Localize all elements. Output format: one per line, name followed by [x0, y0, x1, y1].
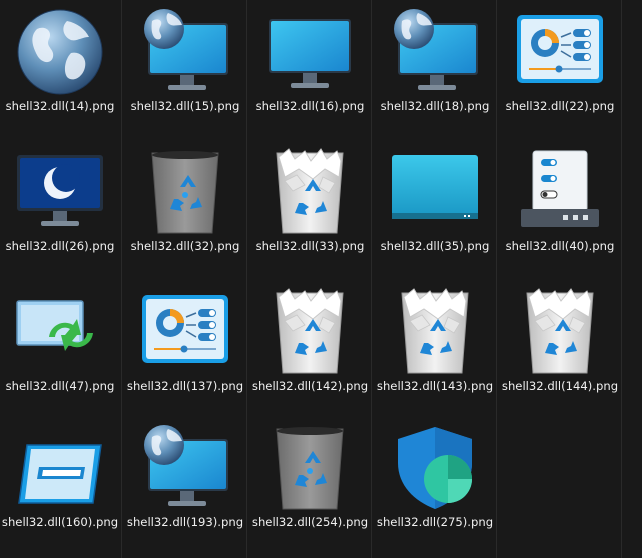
file-item[interactable]: shell32.dll(33).png [250, 140, 370, 276]
file-name-label: shell32.dll(18).png [380, 99, 490, 113]
file-name-label: shell32.dll(15).png [130, 99, 240, 113]
settings-toggles-icon [515, 147, 605, 237]
file-item[interactable]: shell32.dll(144).png [500, 280, 620, 416]
control-panel-icon [140, 287, 230, 377]
file-name-label: shell32.dll(16).png [255, 99, 365, 113]
recycle-bin-empty-icon [140, 147, 230, 237]
file-name-label: shell32.dll(143).png [376, 379, 494, 393]
recycle-bin-empty-icon [265, 423, 355, 513]
file-name-label: shell32.dll(26).png [5, 239, 115, 253]
file-name-label: shell32.dll(40).png [505, 239, 615, 253]
file-name-label: shell32.dll(160).png [1, 515, 119, 529]
recycle-bin-full-icon [515, 287, 605, 377]
monitor-globe-icon [140, 7, 230, 97]
file-item[interactable]: shell32.dll(35).png [375, 140, 495, 276]
file-name-label: shell32.dll(275).png [376, 515, 494, 529]
file-item[interactable]: shell32.dll(32).png [125, 140, 245, 276]
globe-icon [15, 7, 105, 97]
file-item[interactable]: shell32.dll(160).png [0, 416, 120, 552]
column-divider [246, 0, 247, 558]
column-divider [621, 0, 622, 558]
file-name-label: shell32.dll(22).png [505, 99, 615, 113]
desktop-screen-icon [390, 147, 480, 237]
file-item[interactable]: shell32.dll(18).png [375, 0, 495, 136]
file-name-label: shell32.dll(33).png [255, 239, 365, 253]
file-item[interactable]: shell32.dll(47).png [0, 280, 120, 416]
monitor-icon [265, 7, 355, 97]
file-name-label: shell32.dll(47).png [5, 379, 115, 393]
file-item[interactable]: shell32.dll(275).png [375, 416, 495, 552]
control-panel-icon [515, 7, 605, 97]
file-name-label: shell32.dll(32).png [130, 239, 240, 253]
file-name-label: shell32.dll(35).png [380, 239, 490, 253]
column-divider [121, 0, 122, 558]
file-item[interactable]: shell32.dll(137).png [125, 280, 245, 416]
recycle-bin-full-icon [390, 287, 480, 377]
monitor-globe-icon [140, 423, 230, 513]
file-item[interactable]: shell32.dll(193).png [125, 416, 245, 552]
file-name-label: shell32.dll(193).png [126, 515, 244, 529]
file-item[interactable]: shell32.dll(26).png [0, 140, 120, 276]
file-item[interactable]: shell32.dll(142).png [250, 280, 370, 416]
file-item[interactable]: shell32.dll(22).png [500, 0, 620, 136]
file-item[interactable]: shell32.dll(14).png [0, 0, 120, 136]
file-grid: shell32.dll(14).png shell32.dll(15).png … [0, 0, 642, 558]
file-item[interactable]: shell32.dll(254).png [250, 416, 370, 552]
window-panel-icon [15, 423, 105, 513]
column-divider [496, 0, 497, 558]
file-name-label: shell32.dll(144).png [501, 379, 619, 393]
monitor-globe-icon [390, 7, 480, 97]
file-item[interactable]: shell32.dll(40).png [500, 140, 620, 276]
recycle-bin-full-icon [265, 287, 355, 377]
file-name-label: shell32.dll(14).png [5, 99, 115, 113]
recycle-bin-full-icon [265, 147, 355, 237]
monitor-moon-icon [15, 147, 105, 237]
display-sync-icon [15, 287, 105, 377]
file-name-label: shell32.dll(137).png [126, 379, 244, 393]
shield-chart-icon [390, 423, 480, 513]
file-name-label: shell32.dll(142).png [251, 379, 369, 393]
file-item[interactable]: shell32.dll(143).png [375, 280, 495, 416]
file-item[interactable]: shell32.dll(15).png [125, 0, 245, 136]
column-divider [371, 0, 372, 558]
file-name-label: shell32.dll(254).png [251, 515, 369, 529]
file-item[interactable]: shell32.dll(16).png [250, 0, 370, 136]
